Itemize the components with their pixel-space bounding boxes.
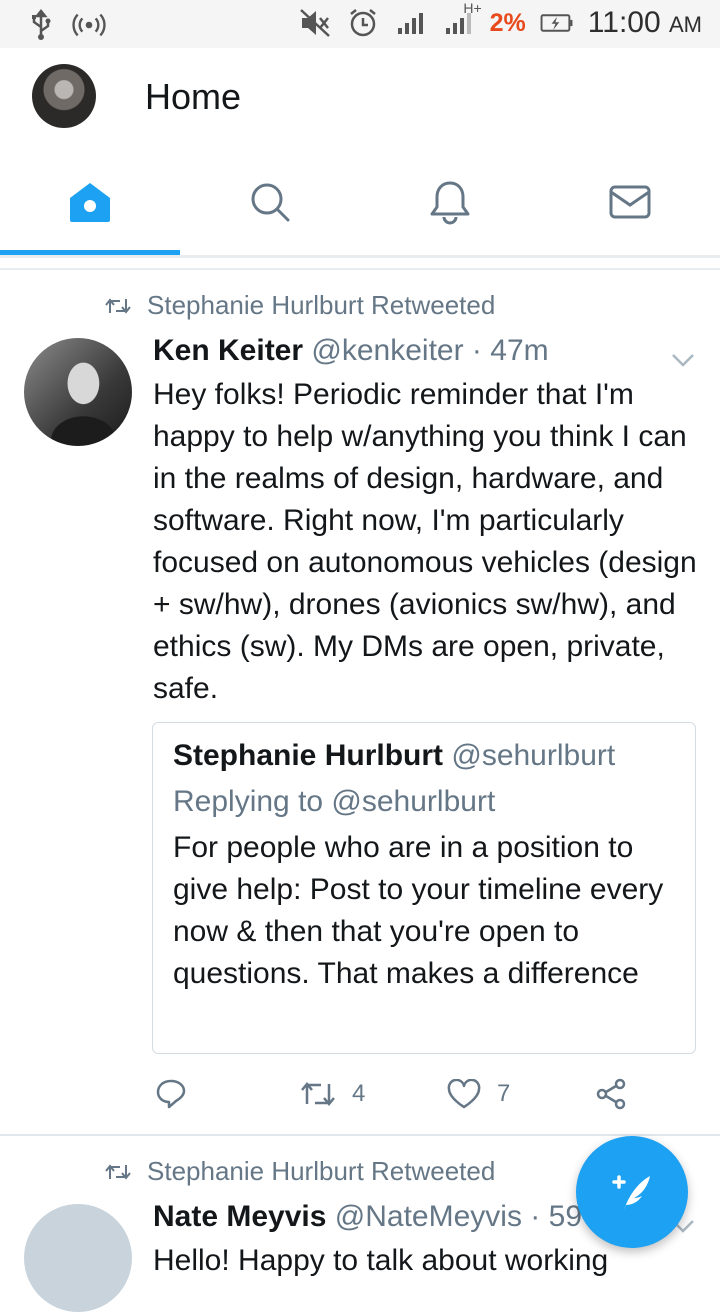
battery-percent: 2% xyxy=(489,8,526,37)
network-type-label: H+ xyxy=(463,0,482,16)
quoted-tweet-text: For people who are in a position to give… xyxy=(173,831,664,990)
mail-icon xyxy=(609,185,651,219)
tweet-actions: 4 7 xyxy=(0,1072,720,1116)
share-icon xyxy=(596,1078,626,1110)
avatar[interactable] xyxy=(32,64,96,128)
separator: · xyxy=(471,334,482,367)
retweet-context: Stephanie Hurlburt Retweeted xyxy=(105,1156,495,1187)
like-button[interactable]: 7 xyxy=(447,1072,510,1116)
retweet-icon xyxy=(301,1082,335,1106)
separator: · xyxy=(530,1200,541,1233)
divider xyxy=(0,268,720,270)
tab-bar xyxy=(0,152,720,258)
tweet-author-name[interactable]: Nate Meyvis xyxy=(153,1200,326,1233)
quoted-author-handle: @sehurlburt xyxy=(451,739,616,772)
reply-button[interactable] xyxy=(155,1072,187,1116)
heart-icon xyxy=(447,1079,481,1109)
retweet-context: Stephanie Hurlburt Retweeted xyxy=(105,290,495,321)
retweet-count: 4 xyxy=(352,1080,366,1107)
mute-icon xyxy=(298,6,332,40)
tweet-author-avatar[interactable] xyxy=(24,1204,132,1312)
signal-h-plus-icon: H+ xyxy=(442,0,482,40)
usb-icon xyxy=(24,8,58,42)
replying-to-label: Replying to @sehurlburt xyxy=(173,785,496,818)
retweet-icon xyxy=(105,1163,131,1180)
tab-home[interactable] xyxy=(0,152,180,252)
retweet-icon xyxy=(105,297,131,314)
tab-divider xyxy=(0,255,720,258)
tweet-author-handle[interactable]: @NateMeyvis xyxy=(335,1200,522,1233)
app-header: Home xyxy=(0,48,720,152)
bell-icon xyxy=(430,181,470,225)
reply-icon xyxy=(156,1079,186,1109)
tweet-author-avatar[interactable] xyxy=(24,338,132,446)
share-button[interactable] xyxy=(595,1072,627,1116)
like-count: 7 xyxy=(497,1080,511,1107)
tab-search[interactable] xyxy=(180,152,360,252)
tweet-timestamp: 47m xyxy=(490,334,549,367)
tweet-author-name[interactable]: Ken Keiter xyxy=(153,334,303,367)
tweet-text: Hey folks! Periodic reminder that I'm ha… xyxy=(153,378,697,705)
compose-tweet-button[interactable] xyxy=(576,1136,688,1248)
retweet-button[interactable]: 4 xyxy=(300,1072,365,1116)
battery-charging-icon xyxy=(540,6,574,40)
hotspot-icon xyxy=(72,8,106,42)
status-bar: H+ 2% 11:00 AM xyxy=(0,0,720,48)
quoted-author-name: Stephanie Hurlburt xyxy=(173,739,444,772)
retweeted-by-label: Stephanie Hurlburt Retweeted xyxy=(147,290,496,320)
alarm-icon xyxy=(346,6,380,40)
tweet-author-handle[interactable]: @kenkeiter xyxy=(311,334,463,367)
quoted-tweet-header: Stephanie Hurlburt @sehurlburt xyxy=(173,739,615,773)
tab-messages[interactable] xyxy=(540,152,720,252)
chevron-down-icon[interactable] xyxy=(668,350,698,370)
tweet[interactable]: Stephanie Hurlburt Retweeted Ken Keiter … xyxy=(0,272,720,1136)
tab-notifications[interactable] xyxy=(360,152,540,252)
compose-tweet-icon xyxy=(612,1175,650,1210)
tweet-header: Ken Keiter @kenkeiter · 47m xyxy=(153,334,693,368)
page-title: Home xyxy=(145,76,242,117)
clock: 11:00 AM xyxy=(587,6,702,39)
search-icon xyxy=(251,183,290,222)
quoted-tweet[interactable]: Stephanie Hurlburt @sehurlburt Replying … xyxy=(152,722,696,1054)
signal-icon xyxy=(394,6,428,40)
retweeted-by-label: Stephanie Hurlburt Retweeted xyxy=(147,1156,496,1186)
home-icon xyxy=(70,183,110,222)
